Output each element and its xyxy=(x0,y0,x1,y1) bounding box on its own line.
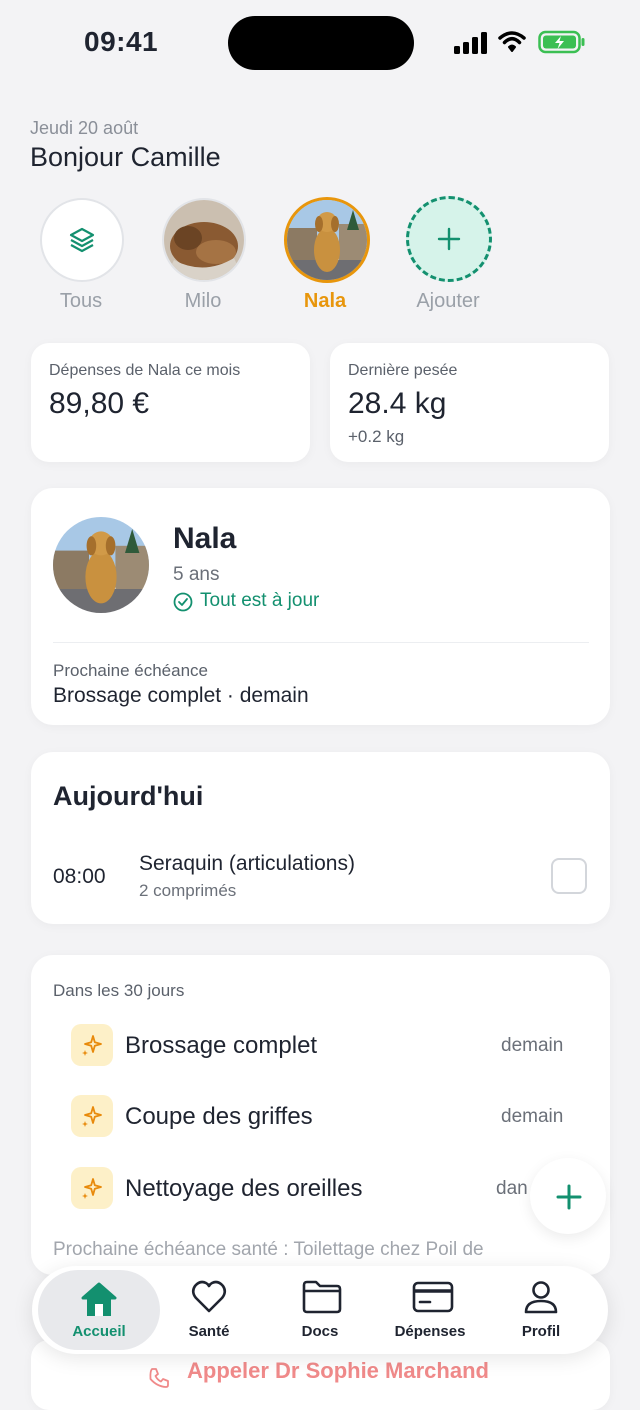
upcoming-card: Dans les 30 jours Brossage complet demai… xyxy=(31,955,610,1275)
phone-icon xyxy=(149,1368,169,1388)
dog-photo xyxy=(287,200,367,280)
status-time: 09:41 xyxy=(84,26,159,57)
today-checkbox[interactable] xyxy=(551,858,587,894)
dynamic-island xyxy=(228,16,414,70)
today-title: Aujourd'hui xyxy=(53,781,204,811)
folder-icon xyxy=(302,1280,342,1314)
signal-icon xyxy=(454,32,488,59)
nav-home-label: Accueil xyxy=(72,1323,126,1340)
upcoming-item[interactable]: Coupe des griffes demain xyxy=(31,1090,610,1144)
check-circle-icon xyxy=(173,592,193,612)
pet-nala-button[interactable] xyxy=(284,197,370,283)
expenses-card[interactable]: Dépenses de Nala ce mois 89,80 € xyxy=(31,343,310,462)
pet-all-button[interactable] xyxy=(40,198,124,282)
layers-icon xyxy=(69,227,95,253)
battery-icon xyxy=(538,30,586,59)
upcoming-item-name: Brossage complet xyxy=(125,1032,318,1059)
upcoming-item[interactable]: Nettoyage des oreilles dan xyxy=(31,1162,610,1216)
today-med-name: Seraquin (articulations) xyxy=(139,852,355,875)
greeting: Bonjour Camille xyxy=(30,142,221,172)
nav-expenses-label: Dépenses xyxy=(394,1323,466,1340)
plus-icon xyxy=(437,227,461,251)
today-time: 08:00 xyxy=(53,865,106,888)
nav-docs[interactable]: Docs xyxy=(265,1266,375,1354)
upcoming-item-name: Coupe des griffes xyxy=(125,1103,313,1130)
upcoming-item-when: dan xyxy=(496,1178,528,1199)
upcoming-item-when: demain xyxy=(501,1106,564,1127)
pet-milo-button[interactable] xyxy=(162,198,246,282)
call-vet-label: Appeler Dr Sophie Marchand xyxy=(187,1358,489,1383)
plus-icon xyxy=(556,1184,582,1210)
pet-avatar xyxy=(53,517,149,613)
pet-nala-label: Nala xyxy=(303,290,347,312)
nav-docs-label: Docs xyxy=(301,1323,339,1340)
next-due-label: Prochaine échéance xyxy=(53,661,209,680)
add-pet-label: Ajouter xyxy=(416,290,480,312)
pet-status: Tout est à jour xyxy=(173,590,319,612)
cat-photo xyxy=(164,200,244,280)
sparkle-icon xyxy=(71,1095,113,1137)
today-card: Aujourd'hui 08:00 Seraquin (articulation… xyxy=(31,752,610,924)
user-icon xyxy=(524,1281,558,1314)
pet-age: 5 ans xyxy=(173,564,220,585)
nav-health-label: Santé xyxy=(188,1323,230,1340)
upcoming-item[interactable]: Brossage complet demain xyxy=(31,1019,610,1073)
upcoming-footer: Prochaine échéance santé : Toilettage ch… xyxy=(53,1239,484,1260)
wifi-icon xyxy=(498,30,526,59)
nav-profile[interactable]: Profil xyxy=(486,1266,596,1354)
card-icon xyxy=(412,1281,454,1313)
upcoming-item-name: Nettoyage des oreilles xyxy=(125,1175,363,1202)
home-icon xyxy=(81,1282,117,1316)
weight-value: 28.4 kg xyxy=(348,387,447,420)
next-due-value: Brossage complet · demain xyxy=(53,684,309,707)
upcoming-title: Dans les 30 jours xyxy=(53,981,185,1000)
nav-profile-label: Profil xyxy=(521,1323,561,1340)
pet-profile-card[interactable]: Nala 5 ans Tout est à jour Prochaine éch… xyxy=(31,488,610,725)
nav-home[interactable]: Accueil xyxy=(38,1270,160,1350)
weight-card[interactable]: Dernière pesée 28.4 kg +0.2 kg xyxy=(330,343,609,462)
expenses-label: Dépenses de Nala ce mois xyxy=(49,362,241,379)
add-pet-button[interactable] xyxy=(406,196,492,282)
pet-name: Nala xyxy=(173,522,237,555)
upcoming-item-when: demain xyxy=(501,1035,564,1056)
weight-delta: +0.2 kg xyxy=(348,427,405,446)
pet-status-text: Tout est à jour xyxy=(200,590,320,611)
pet-milo-label: Milo xyxy=(184,290,222,312)
pet-all-label: Tous xyxy=(59,290,103,312)
fab-add-button[interactable] xyxy=(530,1158,606,1234)
nav-health[interactable]: Santé xyxy=(154,1266,264,1354)
sparkle-icon xyxy=(71,1024,113,1066)
divider xyxy=(53,642,589,643)
today-med-detail: 2 comprimés xyxy=(139,881,237,900)
expenses-value: 89,80 € xyxy=(49,387,150,420)
heart-icon xyxy=(191,1280,227,1313)
weight-label: Dernière pesée xyxy=(348,362,458,379)
date-label: Jeudi 20 août xyxy=(30,118,139,138)
nav-expenses[interactable]: Dépenses xyxy=(375,1266,485,1354)
bottom-nav: Accueil Santé Docs Dépenses Profil xyxy=(32,1266,608,1354)
sparkle-icon xyxy=(71,1167,113,1209)
